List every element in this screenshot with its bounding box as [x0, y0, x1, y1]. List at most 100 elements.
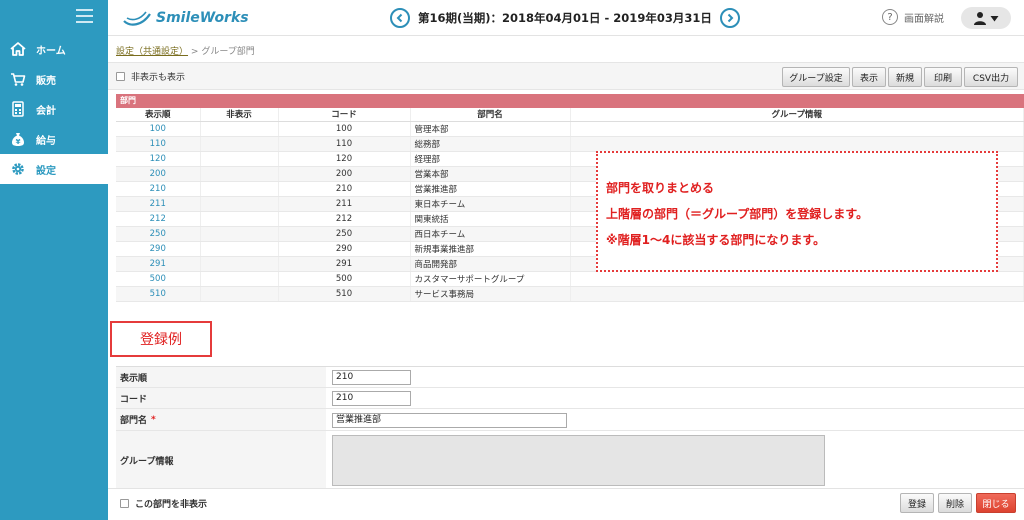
sidebar-item-payroll[interactable]: ¥ 給与	[0, 124, 108, 154]
table-row[interactable]: 110 110 総務部	[116, 136, 1024, 152]
order-cell[interactable]: 100	[116, 121, 201, 137]
name-label: 部門名 *	[116, 409, 326, 430]
example-label: 登録例	[110, 321, 212, 357]
name-cell: カスタマーサポートグループ	[410, 271, 571, 287]
hamburger-menu-icon[interactable]	[76, 9, 93, 23]
order-label: 表示順	[116, 367, 326, 387]
order-cell[interactable]: 210	[116, 181, 201, 197]
breadcrumb-link-settings[interactable]: 設定（共通設定）	[116, 47, 188, 57]
code-cell: 120	[278, 151, 411, 167]
close-button[interactable]: 閉じる	[976, 493, 1016, 513]
name-cell: 経理部	[410, 151, 571, 167]
user-icon	[974, 12, 986, 25]
user-menu-button[interactable]	[961, 7, 1011, 29]
period-label: 第16期(当期)：2018年04月01日 - 2019年03月31日	[418, 11, 712, 25]
order-input[interactable]: 210	[332, 370, 411, 385]
hidden-cell	[200, 271, 279, 287]
hidden-cell	[200, 256, 279, 272]
show-hidden-label: 非表示も表示	[131, 73, 186, 83]
hide-department-toggle[interactable]: この部門を非表示	[120, 497, 207, 510]
order-cell[interactable]: 110	[116, 136, 201, 152]
order-cell[interactable]: 200	[116, 166, 201, 182]
period-selector: 第16期(当期)：2018年04月01日 - 2019年03月31日	[390, 6, 740, 30]
hidden-cell	[200, 286, 279, 302]
sidebar-item-label: ホーム	[36, 45, 66, 57]
table-row[interactable]: 500 500 カスタマーサポートグループ	[116, 271, 1024, 287]
annotation-callout: 部門を取りまとめる 上階層の部門（＝グループ部門）を登録します。 ※階層1〜4に…	[596, 151, 998, 272]
header: SmileWorks 第16期(当期)：2018年04月01日 - 2019年0…	[108, 0, 1024, 36]
code-label: コード	[116, 388, 326, 408]
delete-button[interactable]: 削除	[938, 493, 972, 513]
new-button[interactable]: 新規	[888, 67, 922, 87]
display-button[interactable]: 表示	[852, 67, 886, 87]
name-cell: 商品開発部	[410, 256, 571, 272]
group-cell	[570, 286, 1024, 302]
group-cell	[570, 121, 1024, 137]
table-row[interactable]: 510 510 サービス事務局	[116, 286, 1024, 302]
order-cell[interactable]: 120	[116, 151, 201, 167]
group-cell	[570, 136, 1024, 152]
logo-text: SmileWorks	[156, 10, 249, 26]
group-info-label: グループ情報	[116, 431, 326, 489]
sidebar-item-label: 販売	[36, 75, 56, 87]
name-cell: 営業本部	[410, 166, 571, 182]
previous-period-button[interactable]	[390, 8, 410, 28]
column-header[interactable]: 表示順	[116, 108, 201, 122]
order-cell[interactable]: 211	[116, 196, 201, 212]
smileworks-logo-icon	[123, 11, 151, 26]
sidebar-item-settings[interactable]: 設定	[0, 154, 108, 184]
question-icon: ?	[882, 9, 898, 25]
print-button[interactable]: 印刷	[924, 67, 962, 87]
hide-department-checkbox[interactable]	[120, 499, 129, 508]
breadcrumb-current: グループ部門	[201, 47, 255, 57]
order-cell[interactable]: 290	[116, 241, 201, 257]
chevron-right-icon	[727, 13, 734, 23]
annotation-line: 部門を取りまとめる	[606, 181, 715, 195]
group-settings-button[interactable]: グループ設定	[782, 67, 850, 87]
gear-icon	[10, 161, 26, 177]
code-cell: 291	[278, 256, 411, 272]
hidden-cell	[200, 166, 279, 182]
name-cell: 総務部	[410, 136, 571, 152]
name-cell: 関東統括	[410, 211, 571, 227]
code-cell: 510	[278, 286, 411, 302]
logo[interactable]: SmileWorks	[122, 6, 249, 30]
code-cell: 210	[278, 181, 411, 197]
column-header[interactable]: 非表示	[200, 108, 279, 122]
code-cell: 211	[278, 196, 411, 212]
form-row-order: 表示順 210	[116, 367, 1024, 388]
show-hidden-toggle[interactable]: 非表示も表示	[116, 70, 185, 83]
order-cell[interactable]: 510	[116, 286, 201, 302]
order-cell[interactable]: 291	[116, 256, 201, 272]
order-cell[interactable]: 212	[116, 211, 201, 227]
show-hidden-checkbox[interactable]	[116, 72, 125, 81]
group-cell	[570, 271, 1024, 287]
register-button[interactable]: 登録	[900, 493, 934, 513]
sidebar-item-sales[interactable]: 販売	[0, 64, 108, 94]
group-info-label-text: グループ情報	[120, 456, 174, 467]
csv-export-button[interactable]: CSV出力	[964, 67, 1018, 87]
code-input[interactable]: 210	[332, 391, 411, 406]
column-header[interactable]: 部門名	[410, 108, 571, 122]
code-label-text: コード	[120, 394, 148, 405]
department-form: 表示順 210 コード 210 部門名 * 営業推進部 グループ情報	[116, 366, 1024, 491]
department-name-input[interactable]: 営業推進部	[332, 413, 567, 428]
order-cell[interactable]: 250	[116, 226, 201, 242]
code-cell: 110	[278, 136, 411, 152]
column-header[interactable]: グループ情報	[570, 108, 1024, 122]
help-link[interactable]: ? 画面解説	[882, 9, 944, 25]
group-info-textarea[interactable]	[332, 435, 825, 486]
caret-down-icon	[990, 15, 999, 21]
hidden-cell	[200, 226, 279, 242]
next-period-button[interactable]	[719, 8, 740, 28]
table-row[interactable]: 100 100 管理本部	[116, 121, 1024, 137]
order-cell[interactable]: 500	[116, 271, 201, 287]
name-cell: 東日本チーム	[410, 196, 571, 212]
name-cell: 西日本チーム	[410, 226, 571, 242]
column-header[interactable]: コード	[278, 108, 411, 122]
order-label-text: 表示順	[120, 373, 148, 384]
form-row-code: コード 210	[116, 388, 1024, 409]
sidebar-item-accounting[interactable]: 会計	[0, 94, 108, 124]
sidebar-item-home[interactable]: ホーム	[0, 34, 108, 64]
sidebar-item-label: 給与	[36, 135, 56, 147]
